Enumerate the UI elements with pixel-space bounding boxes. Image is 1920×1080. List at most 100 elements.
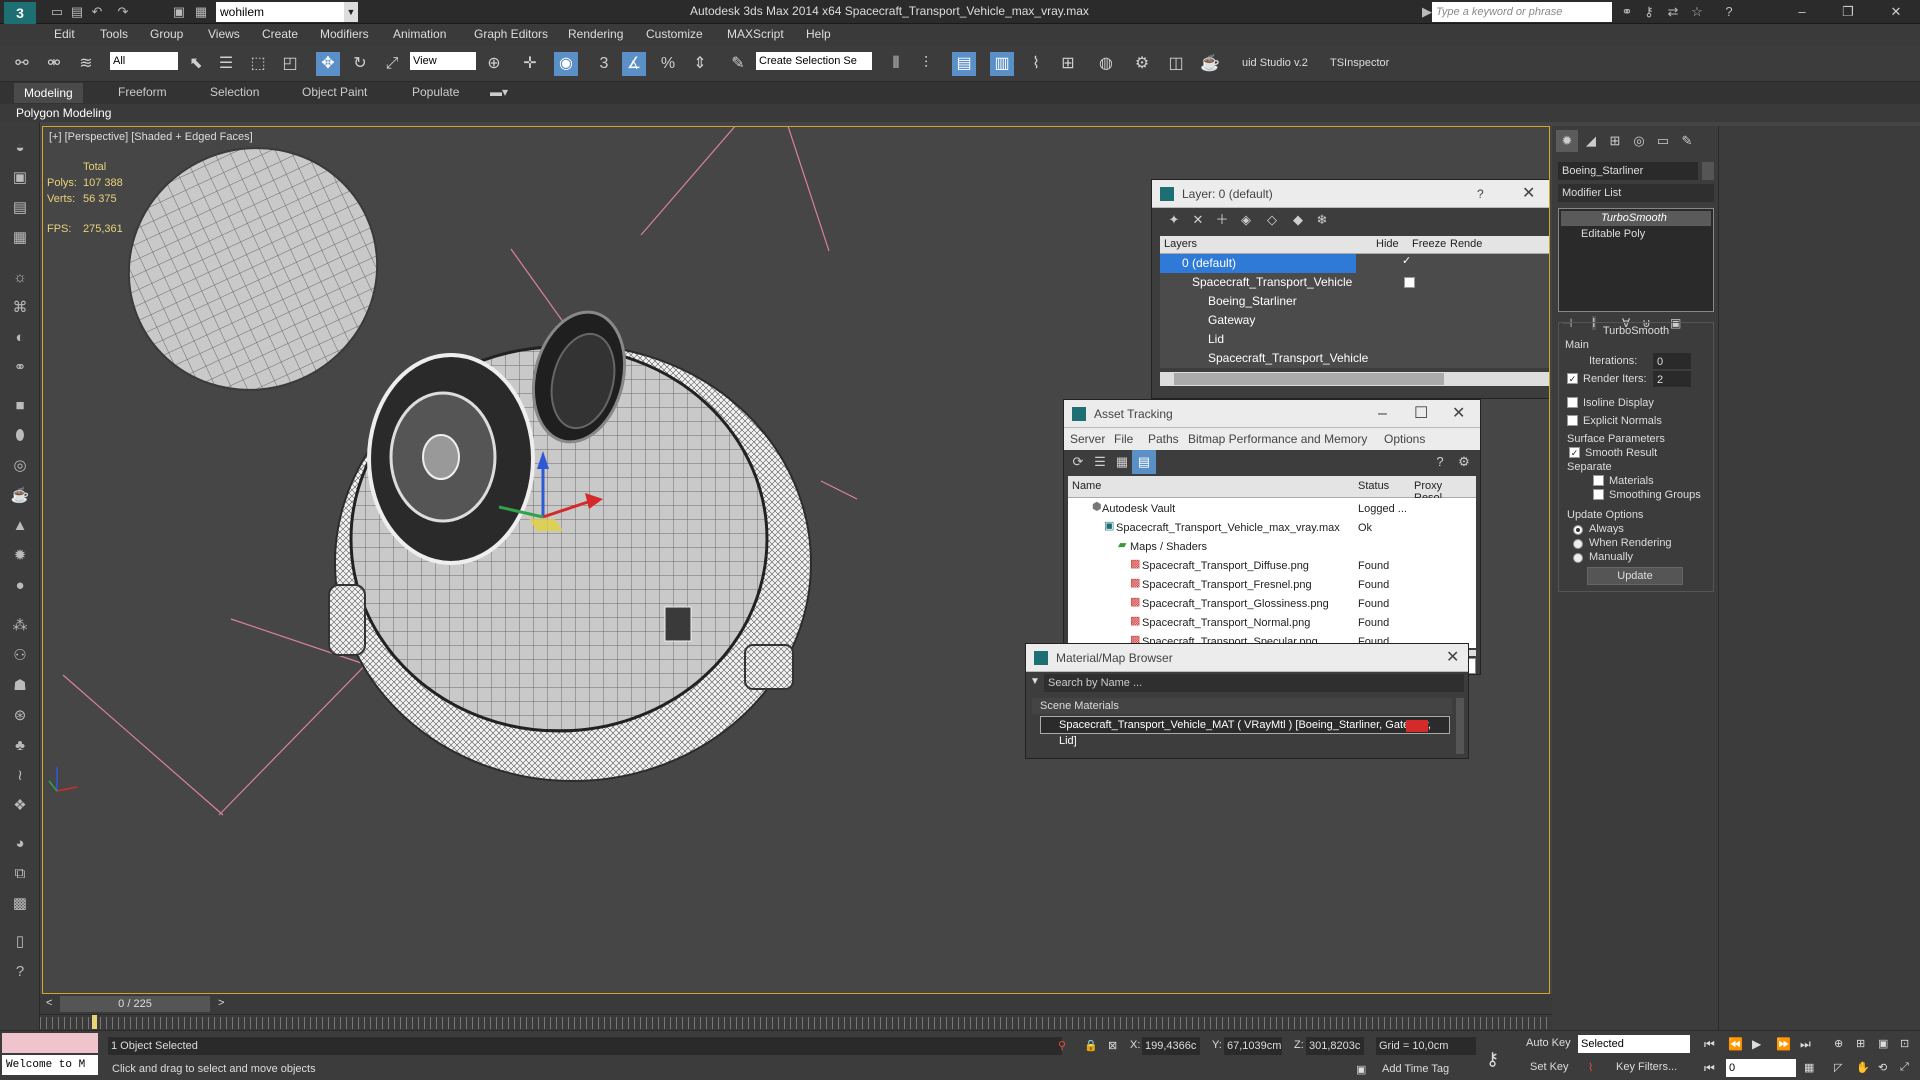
update-button[interactable]: Update — [1587, 567, 1683, 585]
track-bar[interactable] — [40, 1014, 1552, 1030]
utilities-panel-icon[interactable]: ✎ — [1676, 130, 1698, 152]
spinner-snap-icon[interactable]: ⇕ — [688, 52, 712, 76]
display-panel-icon[interactable]: ▭ — [1652, 130, 1674, 152]
cylinder-icon[interactable]: ⬮ — [8, 424, 32, 448]
tab-object-paint[interactable]: Object Paint — [302, 85, 367, 99]
explicit-normals-checkbox[interactable] — [1567, 415, 1578, 426]
asset-menu-paths[interactable]: Paths — [1148, 432, 1179, 446]
star-icon[interactable]: ☆ — [1688, 4, 1706, 20]
absolute-mode-icon[interactable]: ⊠ — [1108, 1039, 1117, 1052]
menu-help[interactable]: Help — [806, 27, 831, 41]
minimize-icon[interactable]: – — [1378, 400, 1387, 428]
bind-space-warp-icon[interactable]: ≋ — [74, 52, 98, 76]
layer-dialog-titlebar[interactable]: Layer: 0 (default) ? ✕ — [1152, 180, 1549, 208]
asset-row-vault[interactable]: Autodesk Vault — [1068, 500, 1175, 519]
menu-modifiers[interactable]: Modifiers — [320, 27, 369, 41]
lightbulb-icon[interactable]: ☼ — [8, 266, 32, 290]
sphere-icon[interactable]: ● — [8, 574, 32, 598]
angle-snap-icon[interactable]: ∡ — [622, 52, 646, 76]
freeze-all-icon[interactable]: ❄ — [1310, 208, 1334, 232]
asset-menu-bitmap[interactable]: Bitmap Performance and Memory — [1188, 432, 1367, 446]
time-slider[interactable]: < 0 / 225 > — [40, 994, 1552, 1014]
new-layer-icon[interactable]: ✦ — [1162, 208, 1186, 232]
time-next-button[interactable]: > — [218, 997, 224, 1009]
lid-mesh[interactable] — [89, 127, 417, 431]
asset-row-normal[interactable]: Spacecraft_Transport_Normal.png — [1068, 614, 1310, 633]
iterations-spinner[interactable]: 0 — [1653, 353, 1691, 369]
hair-icon[interactable]: ≀ — [8, 764, 32, 788]
asset-menu-server[interactable]: Server — [1070, 432, 1105, 446]
zoom-icon[interactable]: ⊕ — [1834, 1037, 1843, 1050]
stack-turbosmooth[interactable]: TurboSmooth — [1561, 211, 1711, 226]
asset-tracking-titlebar[interactable]: Asset Tracking – ☐ ✕ — [1064, 400, 1480, 428]
render-iters-spinner[interactable]: 2 — [1653, 371, 1691, 387]
sun-icon[interactable]: ✹ — [8, 544, 32, 568]
menu-tools[interactable]: Tools — [100, 27, 128, 41]
snaps-toggle-icon[interactable]: 3 — [592, 52, 616, 76]
add-to-layer-icon[interactable]: ＋ — [1210, 208, 1234, 232]
help-icon[interactable]: ? — [1428, 450, 1452, 474]
dynamics-icon[interactable]: ⚇ — [8, 644, 32, 668]
play-icon[interactable]: ▶ — [1752, 1037, 1761, 1051]
cloth-icon[interactable]: ❖ — [8, 794, 32, 818]
studio-plugin-label[interactable]: uid Studio v.2 — [1242, 57, 1308, 69]
menu-create[interactable]: Create — [262, 27, 298, 41]
maximize-icon[interactable]: ☐ — [1414, 400, 1428, 428]
add-time-tag[interactable]: Add Time Tag — [1382, 1063, 1449, 1075]
maxscript-listener-input[interactable]: Welcome to M — [2, 1055, 98, 1075]
hold-icon[interactable]: ▣ — [170, 4, 188, 20]
exchange-icon[interactable]: ⇄ — [1664, 4, 1682, 20]
modifier-list-dropdown[interactable]: Modifier List — [1558, 184, 1714, 202]
layer-manager-icon[interactable]: ▤ — [952, 52, 976, 76]
layer-row-lid[interactable]: Lid — [1160, 330, 1224, 349]
menu-animation[interactable]: Animation — [393, 27, 446, 41]
maximize-icon[interactable]: ❐ — [1826, 2, 1870, 22]
chevron-down-icon[interactable]: ▼ — [344, 2, 358, 22]
percent-snap-icon[interactable]: % — [656, 52, 680, 76]
manipulate-icon[interactable]: ✛ — [518, 52, 542, 76]
col-name[interactable]: Name — [1072, 480, 1101, 492]
render-iters-checkbox[interactable]: ✓ — [1567, 373, 1578, 384]
thumbnail-view-icon[interactable]: ▦ — [1110, 450, 1134, 474]
scrollbar-thumb[interactable] — [1174, 373, 1444, 385]
hide-all-icon[interactable]: ◆ — [1286, 208, 1310, 232]
scene-materials-header[interactable]: Scene Materials — [1032, 698, 1452, 714]
time-slider-thumb[interactable]: 0 / 225 — [60, 996, 210, 1012]
viewport-icon[interactable]: ▣ — [8, 166, 32, 190]
object-name-field[interactable]: Boeing_Starliner — [1558, 162, 1698, 180]
tab-selection[interactable]: Selection — [210, 85, 259, 99]
foliage-icon[interactable]: ♣ — [8, 734, 32, 758]
keyboard-shortcut-icon[interactable]: ◉ — [554, 52, 578, 76]
asset-menu-file[interactable]: File — [1114, 432, 1133, 446]
box-icon[interactable]: ■ — [8, 394, 32, 418]
col-status[interactable]: Status — [1358, 480, 1389, 492]
track-bar-key[interactable] — [92, 1015, 97, 1029]
col-freeze[interactable]: Freeze — [1412, 238, 1446, 250]
workspace-selector[interactable]: wohilem — [216, 2, 346, 22]
help-icon[interactable]: ? — [1477, 180, 1484, 208]
pivot-center-icon[interactable]: ⊕ — [482, 52, 506, 76]
key-icon[interactable]: ⚷ — [1640, 4, 1658, 20]
layer-row-default[interactable]: 0 (default) — [1160, 254, 1356, 273]
go-to-end-icon[interactable]: ⏭ — [1800, 1037, 1811, 1052]
asset-row-diffuse[interactable]: Spacecraft_Transport_Diffuse.png — [1068, 557, 1309, 576]
select-and-scale-icon[interactable]: ⤢ — [380, 52, 404, 76]
close-icon[interactable]: ✕ — [1522, 180, 1535, 208]
maximize-viewport-icon[interactable]: ⤢ — [1900, 1061, 1909, 1074]
schematic-view-icon[interactable]: ⊞ — [1056, 52, 1080, 76]
tab-populate[interactable]: Populate — [412, 85, 459, 99]
pan-icon[interactable]: ✋ — [1856, 1061, 1870, 1074]
maxscript-listener-top[interactable] — [2, 1033, 98, 1053]
open-file-icon[interactable]: ▤ — [68, 4, 86, 20]
named-selection-set-input[interactable]: Create Selection Se — [756, 52, 872, 70]
smooth-result-checkbox[interactable]: ✓ — [1569, 447, 1580, 458]
document-icon[interactable]: ▯ — [8, 930, 32, 954]
redo-icon[interactable]: ↷ — [114, 4, 132, 20]
hierarchy-panel-icon[interactable]: ⊞ — [1604, 130, 1626, 152]
layer-horizontal-scrollbar[interactable] — [1160, 372, 1549, 386]
create-panel-icon[interactable]: ✹ — [1556, 130, 1578, 152]
active-layer-checkbox[interactable] — [1404, 277, 1415, 288]
render-production-icon[interactable]: ☕ — [1198, 52, 1222, 76]
polygon-modeling-label[interactable]: Polygon Modeling — [16, 106, 111, 120]
character-icon[interactable]: ☗ — [8, 674, 32, 698]
